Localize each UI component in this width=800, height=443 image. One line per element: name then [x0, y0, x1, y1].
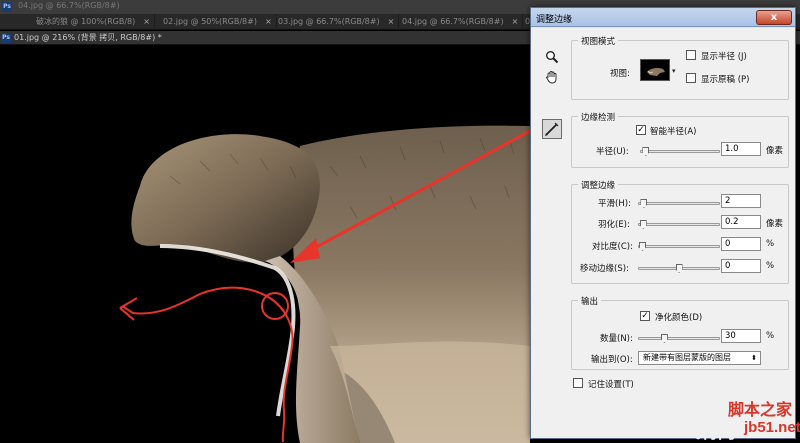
contrast-unit: % [766, 239, 775, 249]
tab-close-icon[interactable]: × [143, 17, 150, 26]
active-document-title: 01.jpg @ 216% (背景 拷贝, RGB/8#) * [14, 33, 162, 42]
smooth-input[interactable]: 2 [721, 194, 761, 208]
radius-unit: 像素 [766, 146, 784, 156]
amount-slider-thumb[interactable] [660, 334, 668, 343]
radius-slider-thumb[interactable] [642, 147, 650, 156]
output-label: 输出 [578, 295, 602, 307]
contrast-slider-thumb[interactable] [639, 242, 646, 251]
photoshop-icon: Ps [2, 2, 12, 12]
view-label: 视图: [610, 69, 630, 79]
watermark-jb51-net: jb51.net [744, 419, 800, 436]
photoshop-icon: Ps [1, 33, 11, 43]
view-mode-label: 视图模式 [578, 35, 619, 47]
feather-label: 羽化(E): [598, 220, 630, 230]
amount-label: 数量(N): [600, 334, 633, 344]
output-to-value: 新建带有图层蒙版的图层 [643, 353, 731, 362]
tab-document-4[interactable]: 04.jpg @ 66.7%(RGB/8#) × [396, 14, 524, 30]
close-button[interactable]: x [756, 10, 792, 25]
tab-label: 破冰的狼 @ 100%(RGB/8) [36, 17, 136, 26]
amount-input[interactable]: 30 [721, 329, 761, 343]
contrast-input[interactable]: 0 [721, 237, 761, 251]
edge-detection-label: 边缘检测 [578, 111, 619, 123]
contrast-label: 对比度(C): [592, 242, 633, 252]
shift-edge-slider-thumb[interactable] [675, 264, 683, 273]
decontaminate-colors-label: 净化颜色(D) [655, 313, 703, 323]
smart-radius-checkbox[interactable]: ✓ [636, 125, 646, 135]
show-radius-label: 显示半径 (J) [701, 52, 747, 62]
shift-edge-slider[interactable] [638, 264, 720, 273]
tab-close-icon[interactable]: × [512, 17, 519, 26]
edge-detection-group: 边缘检测 ✓ 智能半径(A) 半径(U): 1.0 像素 [571, 111, 789, 168]
view-mode-thumbnail[interactable] [640, 59, 670, 81]
tab-close-icon[interactable]: × [388, 17, 395, 26]
refine-radius-brush-icon[interactable] [542, 119, 562, 139]
tab-label: 04.jpg @ 66.7%(RGB/8#) [402, 17, 504, 26]
view-mode-group: 视图模式 视图: ▾ 显示半径 (J) 显示原稿 (P) [571, 35, 789, 100]
watermark-jb51-cn: 脚本之家 [728, 402, 793, 419]
show-original-checkbox[interactable] [686, 73, 696, 83]
output-to-select[interactable]: 新建带有图层蒙版的图层 ⬍ [638, 351, 761, 365]
remember-settings-checkbox[interactable] [573, 378, 583, 388]
show-original-label: 显示原稿 (P) [701, 75, 750, 85]
refine-edge-dialog: 调整边缘 x 视图模式 视图: ▾ 显示半径 (J) 显示原稿 (P) 边缘检测… [530, 7, 796, 439]
radius-slider[interactable] [640, 147, 720, 156]
contrast-slider[interactable] [638, 242, 720, 251]
smooth-label: 平滑(H): [598, 199, 631, 209]
remember-settings-label: 记住设置(T) [588, 380, 634, 390]
adjust-edge-label: 调整边缘 [578, 179, 619, 191]
watermark-feite-cn: 飞特网 [684, 423, 735, 442]
amount-slider[interactable] [638, 334, 720, 343]
amount-unit: % [766, 331, 775, 341]
hand-tool-icon[interactable] [544, 70, 560, 86]
feather-slider[interactable] [638, 220, 720, 229]
decontaminate-colors-checkbox[interactable]: ✓ [640, 311, 650, 321]
output-to-label: 输出到(O): [591, 355, 633, 365]
radius-label: 半径(U): [596, 147, 629, 157]
dialog-body: 视图模式 视图: ▾ 显示半径 (J) 显示原稿 (P) 边缘检测 ✓ 智能半径… [531, 28, 795, 438]
smart-radius-label: 智能半径(A) [650, 127, 697, 137]
zoom-tool-icon[interactable] [544, 50, 560, 66]
radius-input[interactable]: 1.0 [721, 142, 761, 156]
shift-edge-input[interactable]: 0 [721, 259, 761, 273]
tab-close-icon[interactable]: × [265, 17, 272, 26]
tab-label: 02.jpg @ 50%(RGB/8#) [163, 17, 257, 26]
dialog-titlebar[interactable]: 调整边缘 x [531, 8, 795, 27]
view-dropdown-arrow-icon[interactable]: ▾ [672, 67, 676, 75]
smooth-slider-thumb[interactable] [640, 199, 648, 208]
feather-input[interactable]: 0.2 [721, 215, 761, 229]
tab-document-1[interactable]: 破冰的狼 @ 100%(RGB/8) × [30, 14, 155, 30]
tab-document-2[interactable]: 02.jpg @ 50%(RGB/8#) × [157, 14, 277, 30]
dialog-title: 调整边缘 [536, 15, 573, 25]
select-arrows-icon: ⬍ [751, 354, 757, 362]
tab-label: 03.jpg @ 66.7%(RGB/8#) [278, 17, 380, 26]
smooth-slider[interactable] [638, 199, 720, 208]
background-document-title: 04.jpg @ 66.7%(RGB/8#) [18, 1, 120, 10]
tab-document-3[interactable]: 03.jpg @ 66.7%(RGB/8#) × [272, 14, 400, 30]
feather-unit: 像素 [766, 219, 784, 229]
output-group: 输出 ✓ 净化颜色(D) 数量(N): 30 % 输出到(O): 新建带有图层蒙… [571, 295, 789, 370]
adjust-edge-group: 调整边缘 平滑(H): 2 羽化(E): 0.2 像素 对比度(C): 0 % … [571, 179, 789, 284]
shift-edge-label: 移动边缘(S): [580, 264, 629, 274]
feather-slider-thumb[interactable] [639, 220, 647, 229]
shift-edge-unit: % [766, 261, 775, 271]
site-watermark: fevte 脚本之家 飞特网 jb51.net [682, 396, 800, 443]
watermark-fevte: fevte [682, 398, 720, 415]
show-radius-checkbox[interactable] [686, 50, 696, 60]
